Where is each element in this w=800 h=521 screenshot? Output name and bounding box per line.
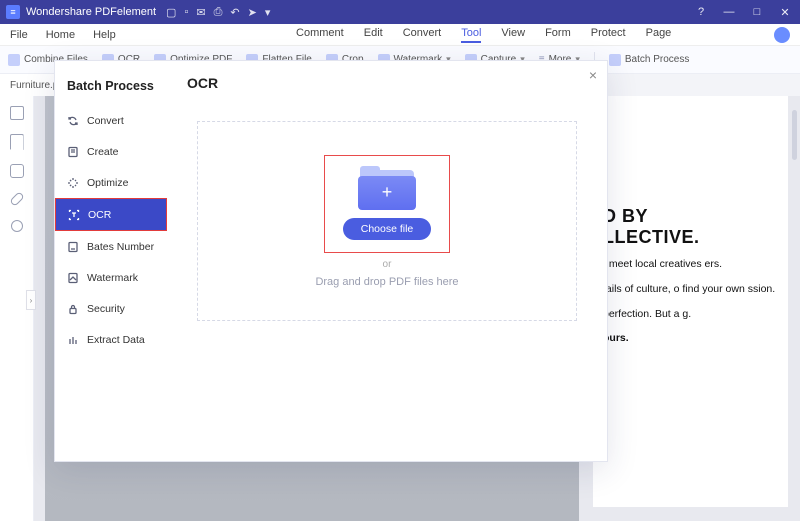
doc-paragraph: perfection. But a g. xyxy=(603,307,778,322)
doc-heading-line: LLECTIVE. xyxy=(603,227,700,247)
menu-file[interactable]: File xyxy=(10,29,28,41)
dropzone-or-label: or xyxy=(383,259,392,270)
vertical-scrollbar[interactable] xyxy=(792,110,797,160)
toolbar-label: Batch Process xyxy=(625,54,689,65)
menu-edit[interactable]: Edit xyxy=(364,27,383,43)
folder-plus-icon: + xyxy=(358,166,416,210)
toolbar-batch-process[interactable]: Batch Process xyxy=(609,54,689,66)
combine-files-icon xyxy=(8,54,20,66)
optimize-icon xyxy=(67,177,79,189)
sidebar-item-convert[interactable]: Convert xyxy=(55,105,167,136)
comments-panel-icon[interactable] xyxy=(10,164,24,178)
dropzone-hint: Drag and drop PDF files here xyxy=(315,276,458,288)
watermark-icon xyxy=(67,272,79,284)
choose-file-button[interactable]: Choose file xyxy=(343,218,432,240)
qa-dropdown-icon[interactable]: ▾ xyxy=(265,6,271,19)
ocr-icon xyxy=(68,209,80,221)
sidebar-item-label: OCR xyxy=(88,209,111,221)
window-controls: ? — □ ✕ xyxy=(692,6,794,19)
help-button[interactable]: ? xyxy=(692,6,710,18)
title-bar: ≡ Wondershare PDFelement ▢ ▫ ✉ ⎙ ↶ ➤ ▾ ?… xyxy=(0,0,800,24)
mail-icon[interactable]: ✉ xyxy=(196,6,205,19)
menu-comment[interactable]: Comment xyxy=(296,27,344,43)
sidebar-item-label: Convert xyxy=(87,115,124,127)
maximize-button[interactable]: □ xyxy=(748,6,766,18)
app-logo-icon: ≡ xyxy=(6,5,20,19)
dropzone-highlight-frame: + Choose file xyxy=(324,155,451,253)
expand-rail-button[interactable]: › xyxy=(26,290,36,310)
sidebar-item-label: Extract Data xyxy=(87,334,145,346)
batch-process-icon xyxy=(609,54,621,66)
redo-icon[interactable]: ➤ xyxy=(248,6,257,19)
sidebar-item-ocr[interactable]: OCR xyxy=(55,198,167,231)
sidebar-item-label: Optimize xyxy=(87,177,128,189)
menu-help[interactable]: Help xyxy=(93,29,116,41)
dialog-close-button[interactable]: × xyxy=(589,67,597,83)
print-icon[interactable]: ⎙ xyxy=(214,6,223,19)
create-icon xyxy=(67,146,79,158)
sidebar-item-extract-data[interactable]: Extract Data xyxy=(55,324,167,355)
menu-tool[interactable]: Tool xyxy=(461,27,481,43)
minimize-button[interactable]: — xyxy=(720,6,738,18)
sidebar-item-label: Bates Number xyxy=(87,241,154,253)
menu-view[interactable]: View xyxy=(501,27,525,43)
sidebar-item-security[interactable]: Security xyxy=(55,293,167,324)
quick-access-toolbar: ▢ ▫ ✉ ⎙ ↶ ➤ ▾ xyxy=(166,6,270,19)
extract-data-icon xyxy=(67,334,79,346)
doc-heading-line: D BY xyxy=(603,206,648,226)
sidebar-item-label: Security xyxy=(87,303,125,315)
bookmark-icon[interactable] xyxy=(10,134,24,150)
menu-protect[interactable]: Protect xyxy=(591,27,626,43)
sidebar-item-optimize[interactable]: Optimize xyxy=(55,167,167,198)
document-visible-text: D BYLLECTIVE. , meet local creatives ers… xyxy=(593,96,788,507)
undo-icon[interactable]: ↶ xyxy=(230,6,239,19)
thumbnails-icon[interactable] xyxy=(10,106,24,120)
sidebar-item-watermark[interactable]: Watermark xyxy=(55,262,167,293)
batch-panel-title: OCR xyxy=(187,75,587,91)
doc-paragraph: , meet local creatives ers. xyxy=(603,257,778,272)
attachment-icon[interactable] xyxy=(9,191,25,207)
bates-icon xyxy=(67,241,79,253)
sidebar-item-create[interactable]: Create xyxy=(55,136,167,167)
batch-main-panel: × OCR + Choose file or Drag and drop PDF… xyxy=(167,61,607,461)
convert-icon xyxy=(67,115,79,127)
menu-bar: File Home Help Comment Edit Convert Tool… xyxy=(0,24,800,46)
menu-home[interactable]: Home xyxy=(46,29,75,41)
sidebar-item-label: Watermark xyxy=(87,272,138,284)
batch-sidebar-title: Batch Process xyxy=(55,71,167,105)
close-window-button[interactable]: ✕ xyxy=(776,6,794,19)
open-icon[interactable]: ▢ xyxy=(166,6,176,19)
search-icon[interactable] xyxy=(11,220,23,232)
batch-sidebar: Batch Process Convert Create Optimize OC… xyxy=(55,61,167,461)
doc-paragraph: tails of culture, o find your own ssion. xyxy=(603,282,778,297)
batch-process-dialog: Batch Process Convert Create Optimize OC… xyxy=(54,60,608,462)
lock-icon xyxy=(67,303,79,315)
doc-paragraph: ours. xyxy=(603,331,778,346)
app-title: Wondershare PDFelement xyxy=(26,6,156,18)
menu-page[interactable]: Page xyxy=(646,27,672,43)
sidebar-item-bates-number[interactable]: Bates Number xyxy=(55,231,167,262)
new-file-icon[interactable]: ▫ xyxy=(184,6,188,18)
menu-convert[interactable]: Convert xyxy=(403,27,442,43)
file-drop-zone[interactable]: + Choose file or Drag and drop PDF files… xyxy=(197,121,577,321)
user-avatar-icon[interactable] xyxy=(774,27,790,43)
sidebar-item-label: Create xyxy=(87,146,119,158)
plus-glyph: + xyxy=(382,182,393,203)
menu-form[interactable]: Form xyxy=(545,27,571,43)
